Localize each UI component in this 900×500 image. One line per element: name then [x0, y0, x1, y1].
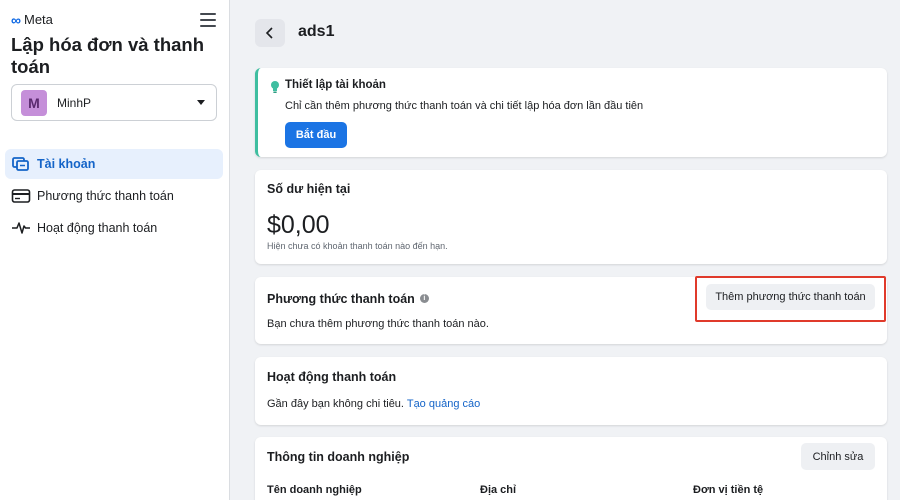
avatar: M: [21, 89, 47, 116]
activity-pulse-icon: [11, 220, 31, 236]
accounts-icon: [11, 156, 31, 172]
brand-name: Meta: [23, 12, 53, 27]
payment-methods-heading: Phương thức thanh toán i: [267, 290, 429, 308]
payment-activity-text: Gần đây bạn không chi tiêu. Tạo quảng cá…: [267, 398, 480, 410]
scrollbar[interactable]: [894, 60, 900, 500]
back-button[interactable]: [255, 19, 285, 47]
payment-activity-card: Hoạt động thanh toán Gần đây bạn không c…: [255, 357, 887, 425]
sidebar-item-payment-methods[interactable]: Phương thức thanh toán: [5, 181, 223, 211]
setup-text: Chỉ cần thêm phương thức thanh toán và c…: [285, 100, 644, 112]
payment-methods-title: Phương thức thanh toán: [267, 292, 415, 306]
account-selector[interactable]: M MinhP: [11, 84, 217, 121]
sidebar-item-payment-activity[interactable]: Hoạt động thanh toán: [5, 213, 223, 243]
column-header-address: Địa chỉ: [480, 484, 517, 496]
sidebar: ∞ Meta Lập hóa đơn và thanh toán M MinhP…: [0, 0, 230, 500]
setup-card: Thiết lập tài khoản Chỉ cần thêm phương …: [255, 68, 887, 157]
balance-amount: $0,00: [267, 211, 330, 239]
sidebar-item-label: Phương thức thanh toán: [37, 189, 174, 203]
page-title: ads1: [298, 23, 335, 40]
caret-down-icon: [197, 100, 205, 105]
sidebar-title: Lập hóa đơn và thanh toán: [11, 34, 205, 77]
sidebar-item-accounts[interactable]: Tài khoản: [5, 149, 223, 179]
setup-title: Thiết lập tài khoản: [285, 79, 386, 91]
column-header-business-name: Tên doanh nghiệp: [267, 484, 362, 496]
payment-activity-message: Gần đây bạn không chi tiêu.: [267, 398, 404, 410]
column-header-currency: Đơn vị tiền tệ: [693, 484, 764, 496]
highlight-box: [695, 276, 886, 322]
info-icon[interactable]: i: [419, 294, 429, 304]
business-info-title: Thông tin doanh nghiệp: [267, 450, 410, 464]
sidebar-item-label: Tài khoản: [37, 157, 96, 171]
balance-note: Hiện chưa có khoản thanh toán nào đến hạ…: [267, 241, 448, 251]
start-button[interactable]: Bắt đầu: [285, 122, 347, 148]
payment-activity-title: Hoạt động thanh toán: [267, 370, 397, 384]
sidebar-item-label: Hoạt động thanh toán: [37, 221, 158, 235]
chevron-left-icon: [265, 27, 273, 39]
create-ad-link[interactable]: Tạo quảng cáo: [407, 398, 480, 410]
edit-button[interactable]: Chỉnh sửa: [801, 443, 875, 470]
meta-logo[interactable]: ∞ Meta: [11, 12, 53, 27]
lightbulb-icon: [270, 80, 280, 99]
credit-card-icon: [11, 188, 31, 204]
account-name: MinhP: [57, 95, 92, 110]
meta-infinity-icon: ∞: [11, 11, 21, 28]
hamburger-menu-icon[interactable]: [200, 13, 216, 27]
balance-card: Số dư hiện tại $0,00 Hiện chưa có khoản …: [255, 170, 887, 264]
payment-methods-text: Bạn chưa thêm phương thức thanh toán nào…: [267, 318, 489, 330]
balance-title: Số dư hiện tại: [267, 182, 351, 196]
